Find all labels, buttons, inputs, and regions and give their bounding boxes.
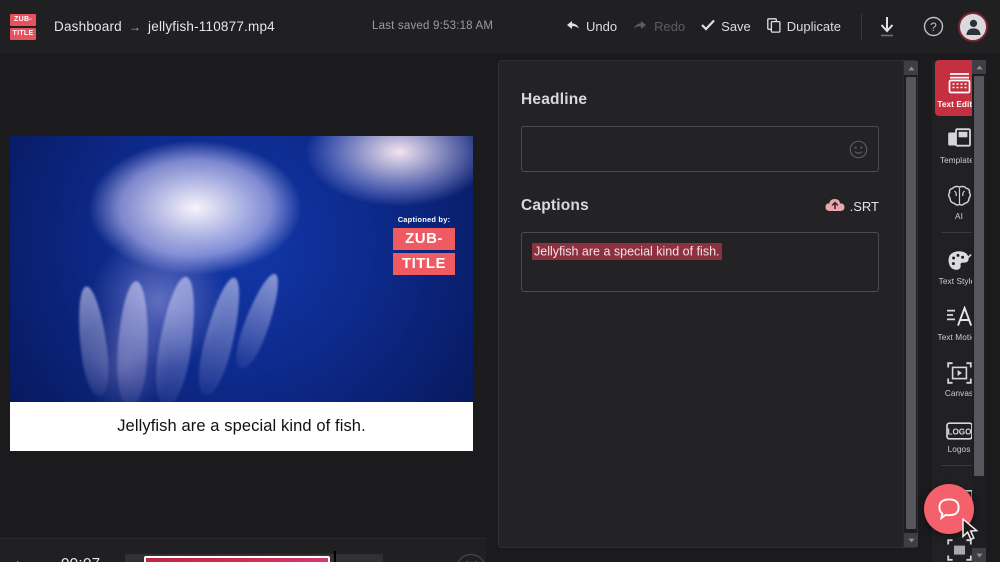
caption-text[interactable]: Jellyfish are a special kind of fish.: [532, 242, 722, 260]
scroll-down-arrow-icon[interactable]: [904, 533, 918, 547]
avatar[interactable]: [958, 11, 988, 42]
sidebar-label-logos: Logos: [947, 445, 971, 454]
watermark-line-2: TITLE: [393, 253, 455, 275]
sidebar-label-ai: AI: [955, 212, 963, 221]
redo-button[interactable]: Redo: [625, 15, 693, 38]
sidebar-scroll-up-arrow-icon[interactable]: [972, 60, 986, 74]
logo-badge-icon: LOGO: [945, 414, 973, 440]
captions-field[interactable]: Jellyfish are a special kind of fish.: [521, 232, 879, 292]
smiley-face-icon[interactable]: [849, 140, 868, 164]
headline-label: Headline: [521, 91, 588, 108]
headline-input[interactable]: [522, 127, 878, 171]
breadcrumb: Dashboard → jellyfish-110877.mp4: [54, 19, 275, 34]
svg-text:LOGO: LOGO: [947, 427, 972, 436]
preview-pane: Captioned by: ZUB- TITLE Jellyfish are a…: [0, 53, 487, 562]
chat-bubble-icon[interactable]: [924, 484, 974, 534]
breadcrumb-filename: jellyfish-110877.mp4: [148, 19, 275, 34]
srt-upload-button[interactable]: .SRT: [825, 198, 879, 215]
redo-arrow-icon: [633, 19, 648, 34]
panel-scrollbar-thumb[interactable]: [906, 77, 916, 529]
save-button[interactable]: Save: [693, 15, 759, 38]
timeline-playhead[interactable]: [334, 550, 337, 562]
sidebar-scroll-down-arrow-icon[interactable]: [972, 548, 986, 562]
undo-button[interactable]: Undo: [557, 15, 625, 38]
current-time: 00:07: [49, 555, 112, 562]
text-editor-icon: [947, 69, 972, 95]
subtitle-text: Jellyfish are a special kind of fish.: [117, 417, 366, 435]
timecode-display: 00:07 00:01-00:07: [49, 555, 112, 562]
logo-line-1: ZUB-: [10, 13, 36, 26]
duplicate-label: Duplicate: [786, 19, 841, 34]
elements-icon: [946, 535, 972, 561]
top-bar: ZUB- TITLE Dashboard → jellyfish-110877.…: [0, 0, 1000, 53]
editor-panel: Headline Captions .SRT Jellyfish are a s…: [498, 60, 918, 548]
sidebar-label-canvas: Canvas: [944, 389, 974, 398]
canvas-icon: [946, 358, 972, 384]
svg-text:?: ?: [930, 20, 937, 34]
breadcrumb-arrow-icon: →: [128, 19, 142, 34]
app-root: ZUB- TITLE Dashboard → jellyfish-110877.…: [0, 0, 1000, 562]
captions-label: Captions: [521, 197, 589, 214]
logo-line-2: TITLE: [10, 27, 36, 40]
palette-icon: [947, 246, 972, 272]
watermark-caption: Captioned by:: [397, 215, 451, 224]
headline-field[interactable]: [521, 126, 879, 172]
timeline-track[interactable]: [125, 550, 384, 562]
question-mark-icon[interactable]: ?: [921, 14, 946, 39]
subtitle-overlay[interactable]: Jellyfish are a special kind of fish.: [10, 402, 473, 451]
undo-label: Undo: [586, 19, 618, 34]
text-motion-icon: [946, 302, 973, 328]
video-preview[interactable]: Captioned by: ZUB- TITLE: [10, 136, 473, 402]
top-actions: Undo Redo Save Duplicate ?: [557, 0, 988, 53]
scissors-icon[interactable]: [456, 553, 487, 562]
srt-label: .SRT: [849, 198, 879, 214]
save-label: Save: [721, 19, 751, 34]
captions-header: Captions .SRT: [521, 197, 879, 215]
redo-label: Redo: [654, 19, 686, 34]
timeline-clip[interactable]: [144, 555, 331, 562]
duplicate-button[interactable]: Duplicate: [759, 14, 849, 40]
watermark-line-1: ZUB-: [393, 228, 455, 250]
sidebar-scrollbar-thumb[interactable]: [974, 76, 984, 476]
panel-scrollbar[interactable]: [903, 61, 918, 547]
download-icon[interactable]: [874, 14, 899, 39]
editor-panel-content: Headline Captions .SRT Jellyfish are a s…: [499, 61, 901, 547]
toolbar-divider: [861, 13, 862, 40]
checkmark-icon: [701, 19, 715, 34]
sidebar-scrollbar[interactable]: [972, 60, 986, 562]
last-saved-status: Last saved 9:53:18 AM: [372, 20, 494, 32]
player-bar: 00:07 00:01-00:07 1x: [0, 538, 487, 562]
undo-arrow-icon: [565, 19, 580, 34]
scroll-up-arrow-icon[interactable]: [904, 61, 918, 75]
templates-icon: [947, 125, 972, 151]
cloud-upload-icon: [825, 198, 845, 215]
watermark: Captioned by: ZUB- TITLE: [393, 215, 455, 278]
copy-icon: [766, 17, 781, 36]
brain-ai-icon: [947, 181, 972, 207]
app-logo[interactable]: ZUB- TITLE: [10, 13, 36, 40]
breadcrumb-dashboard-link[interactable]: Dashboard: [54, 19, 122, 34]
